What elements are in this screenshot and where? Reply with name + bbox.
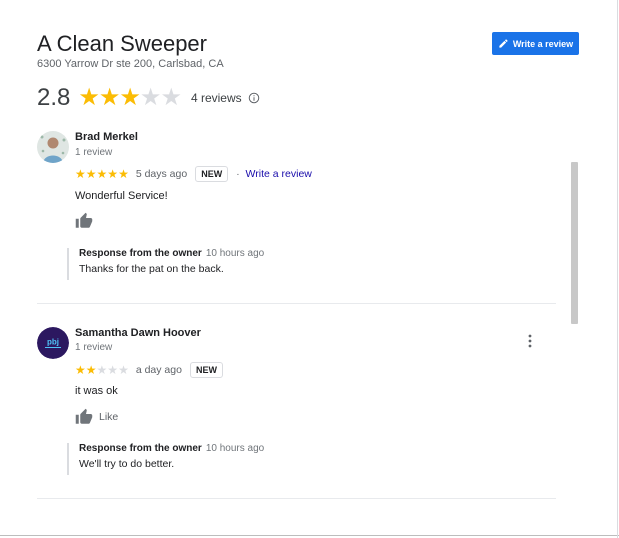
review-stars: ★★★★★ — [75, 361, 129, 379]
like-button[interactable] — [75, 212, 99, 230]
star-icon: ★ — [78, 84, 99, 111]
owner-response-title: Response from the owner — [79, 248, 202, 259]
star-icon: ★ — [139, 84, 161, 111]
owner-response-title: Response from the owner — [79, 443, 202, 454]
review-rating-row: ★★★★★ 5 days ago NEW · Write a review — [75, 165, 312, 183]
average-stars: ★★★★★ — [78, 84, 182, 111]
scrollbar[interactable] — [571, 162, 578, 324]
like-label: Like — [99, 411, 119, 423]
owner-response-text: Thanks for the pat on the back. — [79, 263, 224, 275]
star-icon: ★ — [75, 167, 86, 181]
review-text: it was ok — [75, 385, 118, 397]
business-name: A Clean Sweeper — [37, 31, 207, 56]
pencil-icon — [499, 39, 508, 48]
owner-response-time: 10 hours ago — [205, 443, 265, 454]
reviewer-name[interactable]: Brad Merkel — [75, 131, 138, 143]
reviewer-review-count: 1 review — [75, 147, 113, 158]
thumbs-up-icon — [75, 212, 93, 228]
star-icon: ★ — [96, 167, 108, 181]
separator: · — [236, 168, 240, 180]
star-icon: ★ — [85, 363, 97, 377]
rating-summary: 2.8 ★★★★★ 4 reviews — [37, 84, 260, 112]
avatar-logo: pbj — [37, 327, 69, 359]
avatar-photo — [37, 131, 69, 163]
average-rating: 2.8 — [37, 84, 71, 111]
star-icon: ★ — [85, 167, 97, 181]
review-count[interactable]: 4 reviews — [191, 91, 242, 105]
divider — [37, 498, 556, 499]
review-text: Wonderful Service! — [75, 190, 168, 202]
more-vert-icon[interactable] — [524, 333, 536, 349]
page-bottom-border — [0, 535, 619, 536]
reviewer-name[interactable]: Samantha Dawn Hoover — [75, 327, 201, 339]
info-icon[interactable] — [248, 92, 260, 104]
like-button[interactable]: Like — [75, 408, 118, 426]
avatar[interactable] — [37, 131, 69, 163]
write-review-label: Write a review — [512, 38, 574, 49]
owner-response: Response from the owner 10 hours ago We'l… — [67, 443, 264, 475]
review-time: 5 days ago — [135, 168, 188, 180]
new-badge: NEW — [189, 362, 223, 378]
review-stars: ★★★★★ — [75, 165, 129, 183]
thumbs-up-icon — [75, 408, 93, 424]
owner-response: Response from the owner 10 hours ago Than… — [67, 248, 264, 280]
owner-response-text: We'll try to do better. — [79, 458, 175, 470]
divider — [37, 303, 556, 304]
star-icon: ★ — [75, 363, 86, 377]
star-icon: ★ — [118, 363, 129, 377]
star-icon: ★ — [119, 84, 140, 111]
star-icon: ★ — [160, 84, 181, 111]
review-time: a day ago — [135, 364, 182, 376]
write-review-link[interactable]: Write a review — [246, 168, 312, 180]
star-icon: ★ — [98, 84, 120, 111]
write-review-button[interactable]: Write a review — [492, 32, 579, 55]
review-rating-row: ★★★★★ a day ago NEW — [75, 361, 223, 379]
avatar[interactable]: pbj — [37, 327, 69, 359]
star-icon: ★ — [107, 363, 119, 377]
star-icon: ★ — [96, 363, 108, 377]
business-address: 6300 Yarrow Dr ste 200, Carlsbad, CA — [37, 58, 224, 70]
new-badge: NEW — [195, 166, 229, 182]
page-right-border — [617, 0, 618, 538]
reviewer-review-count: 1 review — [75, 342, 113, 353]
owner-response-time: 10 hours ago — [205, 248, 265, 259]
star-icon: ★ — [118, 167, 129, 181]
star-icon: ★ — [107, 167, 119, 181]
avatar-logo-text: pbj — [47, 338, 59, 347]
